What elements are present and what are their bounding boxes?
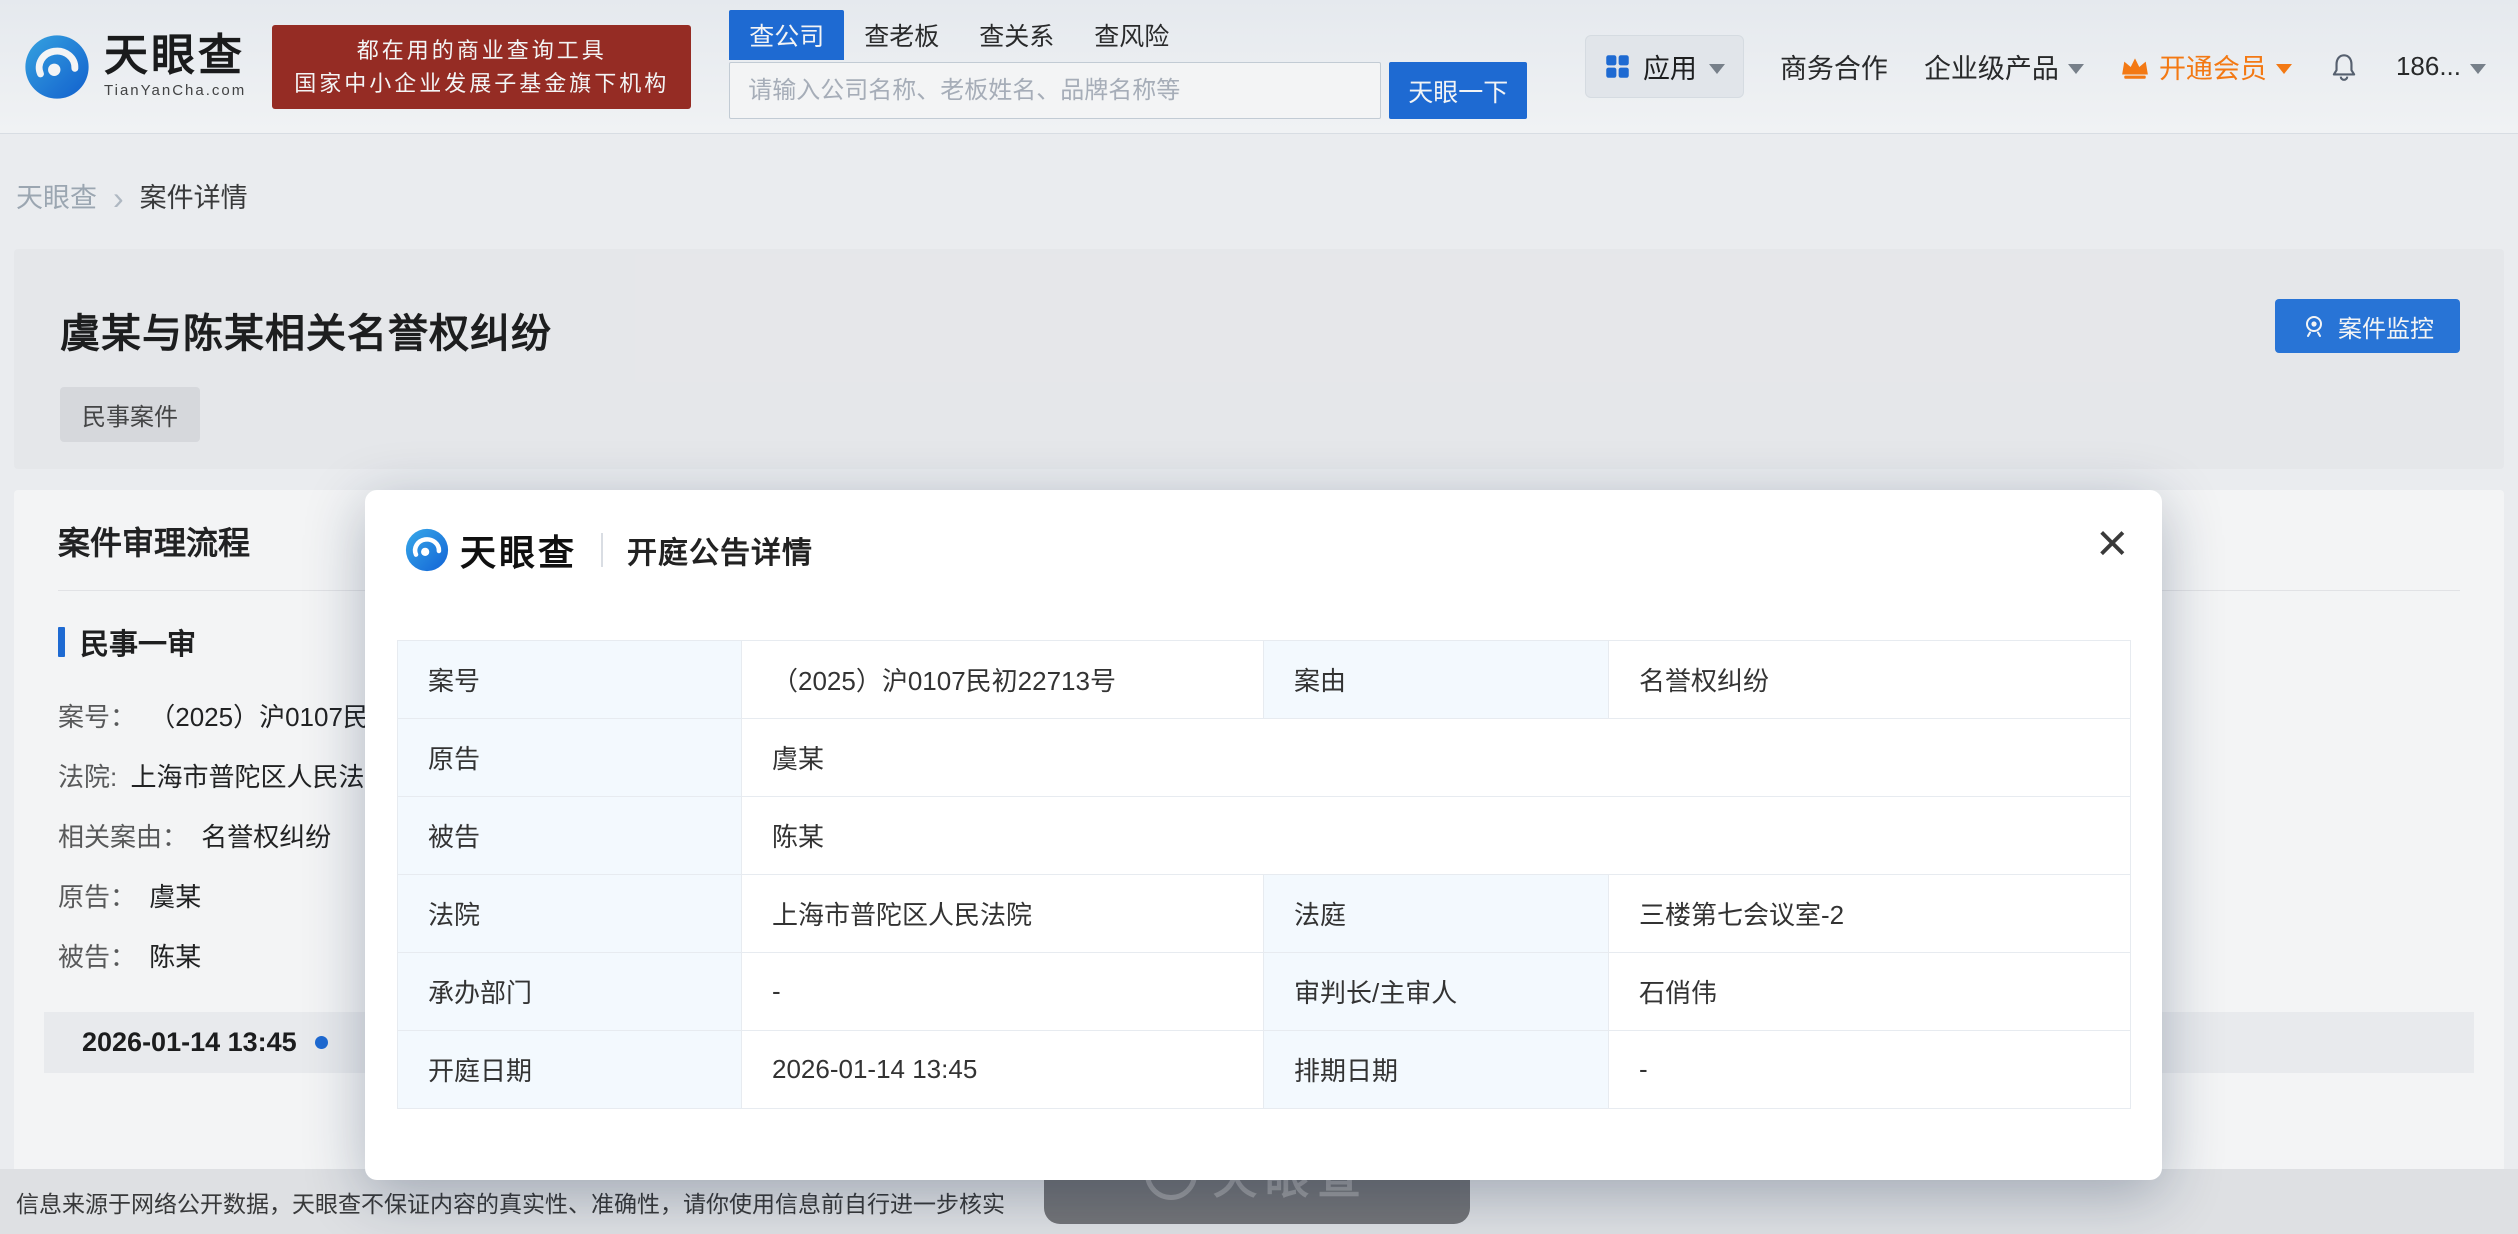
modal-title: 开庭公告详情 — [627, 537, 814, 570]
cell-label: 被告 — [397, 796, 742, 875]
cell-label: 排期日期 — [1263, 1030, 1609, 1109]
modal-brand-name: 天眼查 — [460, 532, 578, 573]
table-row: 承办部门 - 审判长/主审人 石俏伟 — [397, 952, 2131, 1031]
cell-value: （2025）沪0107民初22713号 — [741, 640, 1264, 719]
cell-value: 陈某 — [741, 796, 2131, 875]
table-row: 原告 虞某 — [397, 718, 2131, 797]
cell-label: 法庭 — [1263, 874, 1609, 953]
cell-label: 法院 — [397, 874, 742, 953]
modal-logo-icon — [405, 528, 449, 572]
close-icon[interactable]: × — [2096, 516, 2128, 570]
cell-label: 原告 — [397, 718, 742, 797]
cell-value: 2026-01-14 13:45 — [741, 1030, 1264, 1109]
modal-brand: 天眼查 — [405, 524, 577, 576]
cell-value: - — [741, 952, 1264, 1031]
table-row: 被告 陈某 — [397, 796, 2131, 875]
cell-label: 案号 — [397, 640, 742, 719]
cell-value: 虞某 — [741, 718, 2131, 797]
cell-label: 案由 — [1263, 640, 1609, 719]
cell-value: 三楼第七会议室-2 — [1608, 874, 2131, 953]
modal-header-divider — [601, 533, 604, 567]
cell-label: 开庭日期 — [397, 1030, 742, 1109]
table-row: 开庭日期 2026-01-14 13:45 排期日期 - — [397, 1030, 2131, 1109]
cell-label: 承办部门 — [397, 952, 742, 1031]
hearing-detail-table: 案号 （2025）沪0107民初22713号 案由 名誉权纠纷 原告 虞某 被告… — [397, 640, 2131, 1109]
cell-label: 审判长/主审人 — [1263, 952, 1609, 1031]
cell-value: 上海市普陀区人民法院 — [741, 874, 1264, 953]
cell-value: 名誉权纠纷 — [1608, 640, 2131, 719]
cell-value: - — [1608, 1030, 2131, 1109]
table-row: 法院 上海市普陀区人民法院 法庭 三楼第七会议室-2 — [397, 874, 2131, 953]
cell-value: 石俏伟 — [1608, 952, 2131, 1031]
hearing-announcement-modal: 天眼查 开庭公告详情 × 案号 （2025）沪0107民初22713号 案由 名… — [365, 490, 2162, 1180]
table-row: 案号 （2025）沪0107民初22713号 案由 名誉权纠纷 — [397, 640, 2131, 719]
modal-header: 天眼查 开庭公告详情 × — [365, 490, 2162, 576]
